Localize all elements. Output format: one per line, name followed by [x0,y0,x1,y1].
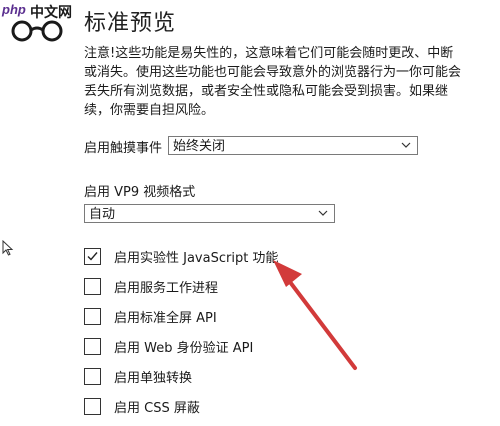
checkbox-label: 启用 Web 身份验证 API [114,340,254,356]
css-masks-checkbox[interactable] [84,397,101,415]
checkbox-label: 启用服务工作进程 [114,280,219,296]
touch-events-label: 启用触摸事件 [84,141,163,156]
checkbox-row-css-masks[interactable]: 启用 CSS 屏蔽 [84,396,200,416]
vp9-value: 自动 [89,207,116,222]
fullscreen-api-checkbox[interactable] [84,307,101,325]
page-title: 标准预览 [84,11,177,36]
checkbox-label: 启用单独转换 [114,370,193,386]
checkbox-label: 启用实验性 JavaScript 功能 [114,250,279,266]
chevron-down-icon [318,210,328,216]
touch-events-value: 始终关闭 [173,139,226,154]
checkbox-row-experimental-js[interactable]: 启用实验性 JavaScript 功能 [84,246,278,266]
logo-cn-text: 中文网 [30,5,72,21]
checkbox-row-service-workers[interactable]: 启用服务工作进程 [84,276,218,296]
warning-text: 注意!这些功能是易失性的，这意味着它们可能会随时更改、中断或消失。使用这些功能也… [84,46,462,118]
chevron-down-icon [401,142,411,148]
checkbox-row-fullscreen-api[interactable]: 启用标准全屏 API [84,306,217,326]
touch-events-select[interactable]: 始终关闭 [168,136,418,155]
glasses-icon [11,20,63,42]
web-auth-checkbox[interactable] [84,337,101,355]
checkbox-row-web-auth[interactable]: 启用 Web 身份验证 API [84,336,253,356]
checkbox-label: 启用 CSS 屏蔽 [114,400,200,416]
individual-transforms-checkbox[interactable] [84,367,101,385]
logo-php-text: php [2,2,26,17]
vp9-select[interactable]: 自动 [84,204,335,223]
service-workers-checkbox[interactable] [84,277,101,295]
site-logo: php 中文网 [0,0,80,48]
mouse-pointer-icon [2,240,14,256]
checkmark-icon [87,251,98,261]
checkbox-label: 启用标准全屏 API [114,310,217,326]
checkbox-row-individual-transforms[interactable]: 启用单独转换 [84,366,192,386]
experimental-js-checkbox[interactable] [84,247,101,265]
vp9-label: 启用 VP9 视频格式 [84,185,196,200]
